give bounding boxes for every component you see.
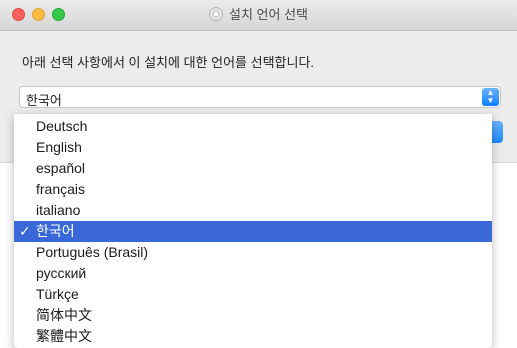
menu-item-espanol[interactable]: español — [14, 158, 492, 179]
popup-stepper-icon[interactable]: ▲ ▼ — [482, 88, 499, 106]
menu-item-russian[interactable]: русский — [14, 263, 492, 284]
menu-item-label: français — [36, 181, 86, 197]
menu-item-label: 简体中文 — [36, 307, 92, 323]
menu-item-label: 繁體中文 — [36, 328, 92, 344]
menu-item-simplified-chinese[interactable]: 简体中文 — [14, 305, 492, 326]
menu-item-label: Türkçe — [36, 286, 79, 302]
instruction-text: 아래 선택 사항에서 이 설치에 대한 언어를 선택합니다. — [22, 55, 315, 70]
menu-item-label: español — [36, 160, 86, 176]
menu-item-label: italiano — [36, 202, 81, 218]
language-menu: Deutsch English español français italian… — [14, 114, 492, 348]
menu-item-label: English — [36, 139, 82, 155]
menu-item-deutsch[interactable]: Deutsch — [14, 116, 492, 137]
menu-item-traditional-chinese[interactable]: 繁體中文 — [14, 326, 492, 347]
menu-item-english[interactable]: English — [14, 137, 492, 158]
menu-item-turkish[interactable]: Türkçe — [14, 284, 492, 305]
menu-item-italiano[interactable]: italiano — [14, 200, 492, 221]
checkmark-icon: ✓ — [19, 223, 31, 239]
language-popup-button[interactable]: 한국어 ▲ ▼ — [19, 86, 501, 108]
window-title-group: 설치 언어 선택 — [0, 0, 517, 30]
menu-item-korean[interactable]: ✓ 한국어 — [14, 221, 492, 242]
chevron-down-icon: ▼ — [486, 96, 495, 105]
disc-icon — [209, 7, 223, 21]
menu-item-label: 한국어 — [36, 223, 75, 239]
menu-item-label: русский — [36, 265, 87, 281]
menu-item-francais[interactable]: français — [14, 179, 492, 200]
title-bar[interactable]: 설치 언어 선택 — [0, 0, 517, 31]
menu-item-label: Deutsch — [36, 118, 88, 134]
language-popup-value: 한국어 — [26, 93, 62, 108]
menu-item-portuguese-brasil[interactable]: Português (Brasil) — [14, 242, 492, 263]
menu-item-label: Português (Brasil) — [36, 244, 149, 260]
window-title: 설치 언어 선택 — [229, 7, 308, 22]
